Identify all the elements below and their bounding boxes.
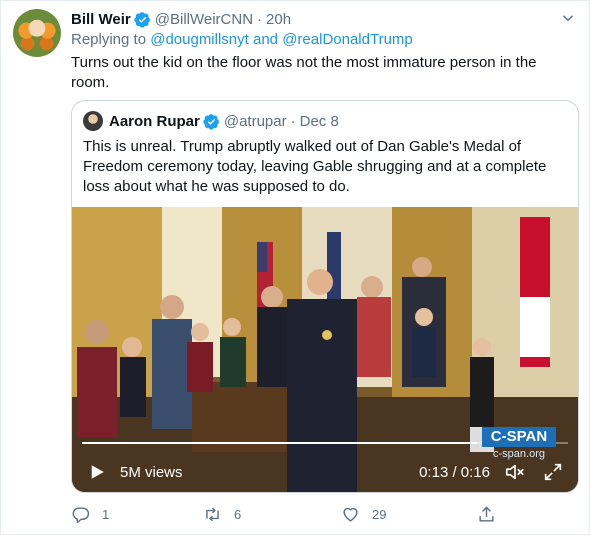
video-player[interactable]: C-SPAN c-span.org 5M views 0:13 / 0:16 <box>72 207 578 492</box>
like-button[interactable]: 29 <box>341 503 386 525</box>
cspan-url: c-span.org <box>493 448 545 460</box>
view-count: 5M views <box>120 464 183 481</box>
video-progress-fill <box>82 442 477 444</box>
quoted-author-handle[interactable]: @atrupar <box>224 113 287 130</box>
chevron-down-icon[interactable] <box>559 9 577 27</box>
tweet-header: Bill Weir @BillWeirCNN · 20h <box>71 9 291 29</box>
reply-button[interactable]: 1 <box>71 503 109 525</box>
mute-icon[interactable] <box>504 461 526 483</box>
quoted-avatar[interactable] <box>83 111 103 131</box>
reply-count: 1 <box>102 506 110 522</box>
retweet-icon <box>206 507 219 521</box>
reply-prefix: Replying to <box>71 31 151 48</box>
verified-badge-icon <box>203 113 219 130</box>
quoted-tweet[interactable]: Aaron Rupar @atrupar · Dec 8 This is unr… <box>71 100 579 493</box>
play-icon[interactable] <box>88 463 106 481</box>
quoted-text: This is unreal. Trump abruptly walked ou… <box>83 138 547 195</box>
reply-icon <box>72 506 90 523</box>
retweet-count: 6 <box>234 506 242 522</box>
author-handle[interactable]: @BillWeirCNN <box>155 11 253 28</box>
verified-badge-icon <box>134 11 150 28</box>
reply-mention-2[interactable]: @realDonaldTrump <box>282 31 413 48</box>
tweet-text: Turns out the kid on the floor was not t… <box>71 54 537 91</box>
share-icon <box>479 506 494 522</box>
avatar[interactable] <box>13 9 61 57</box>
reply-mention-1[interactable]: @dougmillsnyt <box>150 31 249 48</box>
replying-to: Replying to @dougmillsnyt and @realDonal… <box>71 31 413 48</box>
reply-and: and <box>248 31 283 48</box>
quoted-date[interactable]: Dec 8 <box>300 113 339 130</box>
separator-dot: · <box>257 10 263 28</box>
retweet-button[interactable]: 6 <box>203 503 241 525</box>
author-name[interactable]: Bill Weir <box>71 11 131 28</box>
timestamp[interactable]: 20h <box>266 11 291 28</box>
cspan-logo: C-SPAN <box>482 427 556 447</box>
expand-icon[interactable] <box>542 461 564 483</box>
quoted-author-name[interactable]: Aaron Rupar <box>109 113 200 130</box>
heart-icon <box>343 507 358 522</box>
share-button[interactable] <box>477 503 508 525</box>
tweet-card: Bill Weir @BillWeirCNN · 20h Replying to… <box>0 0 590 535</box>
quoted-header: Aaron Rupar @atrupar · Dec 8 <box>109 110 339 132</box>
separator-dot: · <box>290 112 296 130</box>
video-timecode: 0:13 / 0:16 <box>419 464 490 481</box>
action-bar: 1 6 29 <box>71 503 511 525</box>
cspan-watermark: C-SPAN c-span.org <box>482 427 556 461</box>
like-count: 29 <box>372 506 387 522</box>
